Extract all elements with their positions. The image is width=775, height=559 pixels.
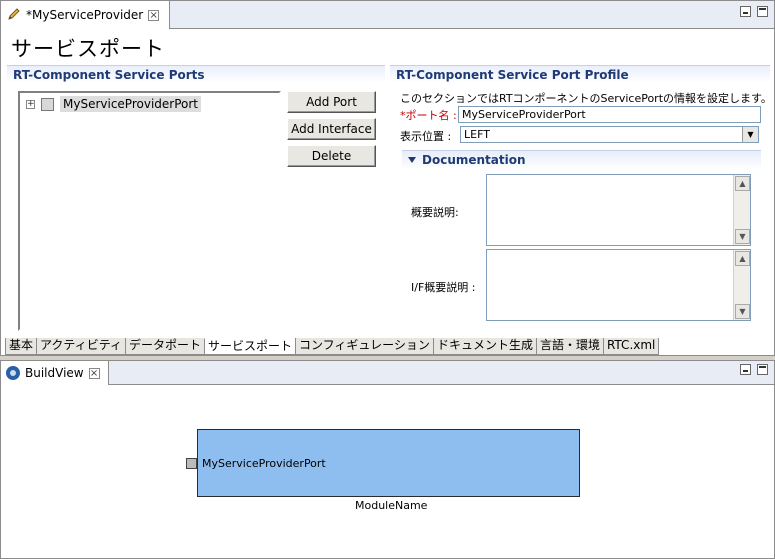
- module-name-label: ModuleName: [355, 499, 428, 512]
- delete-button[interactable]: Delete: [287, 145, 376, 167]
- tab-language-environment[interactable]: 言語・環境: [535, 338, 604, 355]
- documentation-title: Documentation: [422, 153, 526, 167]
- position-select[interactable]: LEFT ▼: [460, 126, 759, 143]
- scroll-down-icon[interactable]: ▼: [735, 229, 750, 244]
- expand-icon[interactable]: +: [26, 99, 35, 109]
- scroll-up-icon[interactable]: ▲: [735, 176, 750, 191]
- close-icon[interactable]: ×: [88, 367, 100, 379]
- position-label: 表示位置 :: [400, 130, 452, 143]
- window-buttons: [740, 6, 768, 17]
- pencil-icon: [7, 7, 21, 24]
- add-interface-button[interactable]: Add Interface: [287, 118, 376, 140]
- buildview-tab[interactable]: BuildView ×: [1, 361, 109, 385]
- tab-serviceport[interactable]: サービスポート: [204, 338, 297, 355]
- summary-scrollbar[interactable]: ▲ ▼: [733, 175, 750, 245]
- position-select-value: LEFT: [464, 128, 490, 141]
- editor-tabstrip: *MyServiceProvider ×: [1, 1, 774, 29]
- port-name-input[interactable]: MyServiceProviderPort: [458, 106, 761, 123]
- tree-item-label: MyServiceProviderPort: [60, 96, 201, 112]
- editor-page-tabs: 基本 アクティビティ データポート サービスポート コンフィギュレーション ドキ…: [5, 338, 660, 355]
- chevron-down-icon[interactable]: ▼: [742, 127, 758, 142]
- component-module-block[interactable]: MyServiceProviderPort: [197, 429, 580, 497]
- rtc-editor: *MyServiceProvider × サービスポート RT-Componen…: [0, 0, 775, 356]
- maximize-icon[interactable]: [757, 364, 768, 375]
- tree-item[interactable]: + MyServiceProviderPort: [26, 96, 201, 112]
- window-buttons: [740, 364, 768, 375]
- buildview-tabstrip: BuildView ×: [1, 361, 774, 385]
- tab-activity[interactable]: アクティビティ: [36, 338, 126, 355]
- minimize-icon[interactable]: [740, 364, 751, 375]
- service-port-tree[interactable]: + MyServiceProviderPort: [18, 91, 281, 331]
- if-summary-label: I/F概要説明 :: [411, 281, 476, 294]
- maximize-icon[interactable]: [757, 6, 768, 17]
- port-name-label: *ポート名 :: [400, 107, 457, 123]
- close-icon[interactable]: ×: [148, 9, 160, 21]
- port-name-label-text: ポート名 :: [405, 109, 457, 122]
- minimize-icon[interactable]: [740, 6, 751, 17]
- if-summary-scrollbar[interactable]: ▲ ▼: [733, 250, 750, 320]
- documentation-section-header[interactable]: Documentation: [402, 150, 761, 170]
- scroll-up-icon[interactable]: ▲: [735, 251, 750, 266]
- tab-rtc-xml[interactable]: RTC.xml: [602, 338, 660, 355]
- port-icon: [41, 97, 54, 111]
- summary-textarea[interactable]: ▲ ▼: [486, 174, 751, 246]
- tab-dataport[interactable]: データポート: [124, 338, 205, 355]
- buildview-tab-title: BuildView: [25, 366, 84, 380]
- summary-label: 概要説明:: [411, 206, 459, 219]
- tab-basic[interactable]: 基本: [5, 338, 38, 355]
- tab-configuration[interactable]: コンフィギュレーション: [295, 338, 434, 355]
- service-ports-section-title: RT-Component Service Ports: [7, 65, 385, 83]
- scroll-down-icon[interactable]: ▼: [735, 304, 750, 319]
- editor-tab-title: *MyServiceProvider: [26, 8, 144, 22]
- module-port-label: MyServiceProviderPort: [202, 457, 326, 470]
- if-summary-textarea[interactable]: ▲ ▼: [486, 249, 751, 321]
- collapse-toggle-icon[interactable]: [408, 157, 416, 163]
- page-title: サービスポート: [11, 37, 165, 61]
- buildview-icon: [6, 366, 20, 380]
- editor-tab[interactable]: *MyServiceProvider ×: [1, 1, 171, 29]
- section-info-text: このセクションではRTコンポーネントのServicePortの情報を設定します。: [400, 92, 772, 105]
- service-port-marker[interactable]: [186, 458, 197, 469]
- build-view: BuildView × MyServiceProviderPort Module…: [0, 360, 775, 559]
- tab-document-generation[interactable]: ドキュメント生成: [432, 338, 537, 355]
- add-port-button[interactable]: Add Port: [287, 91, 376, 113]
- port-profile-section-title: RT-Component Service Port Profile: [390, 65, 770, 83]
